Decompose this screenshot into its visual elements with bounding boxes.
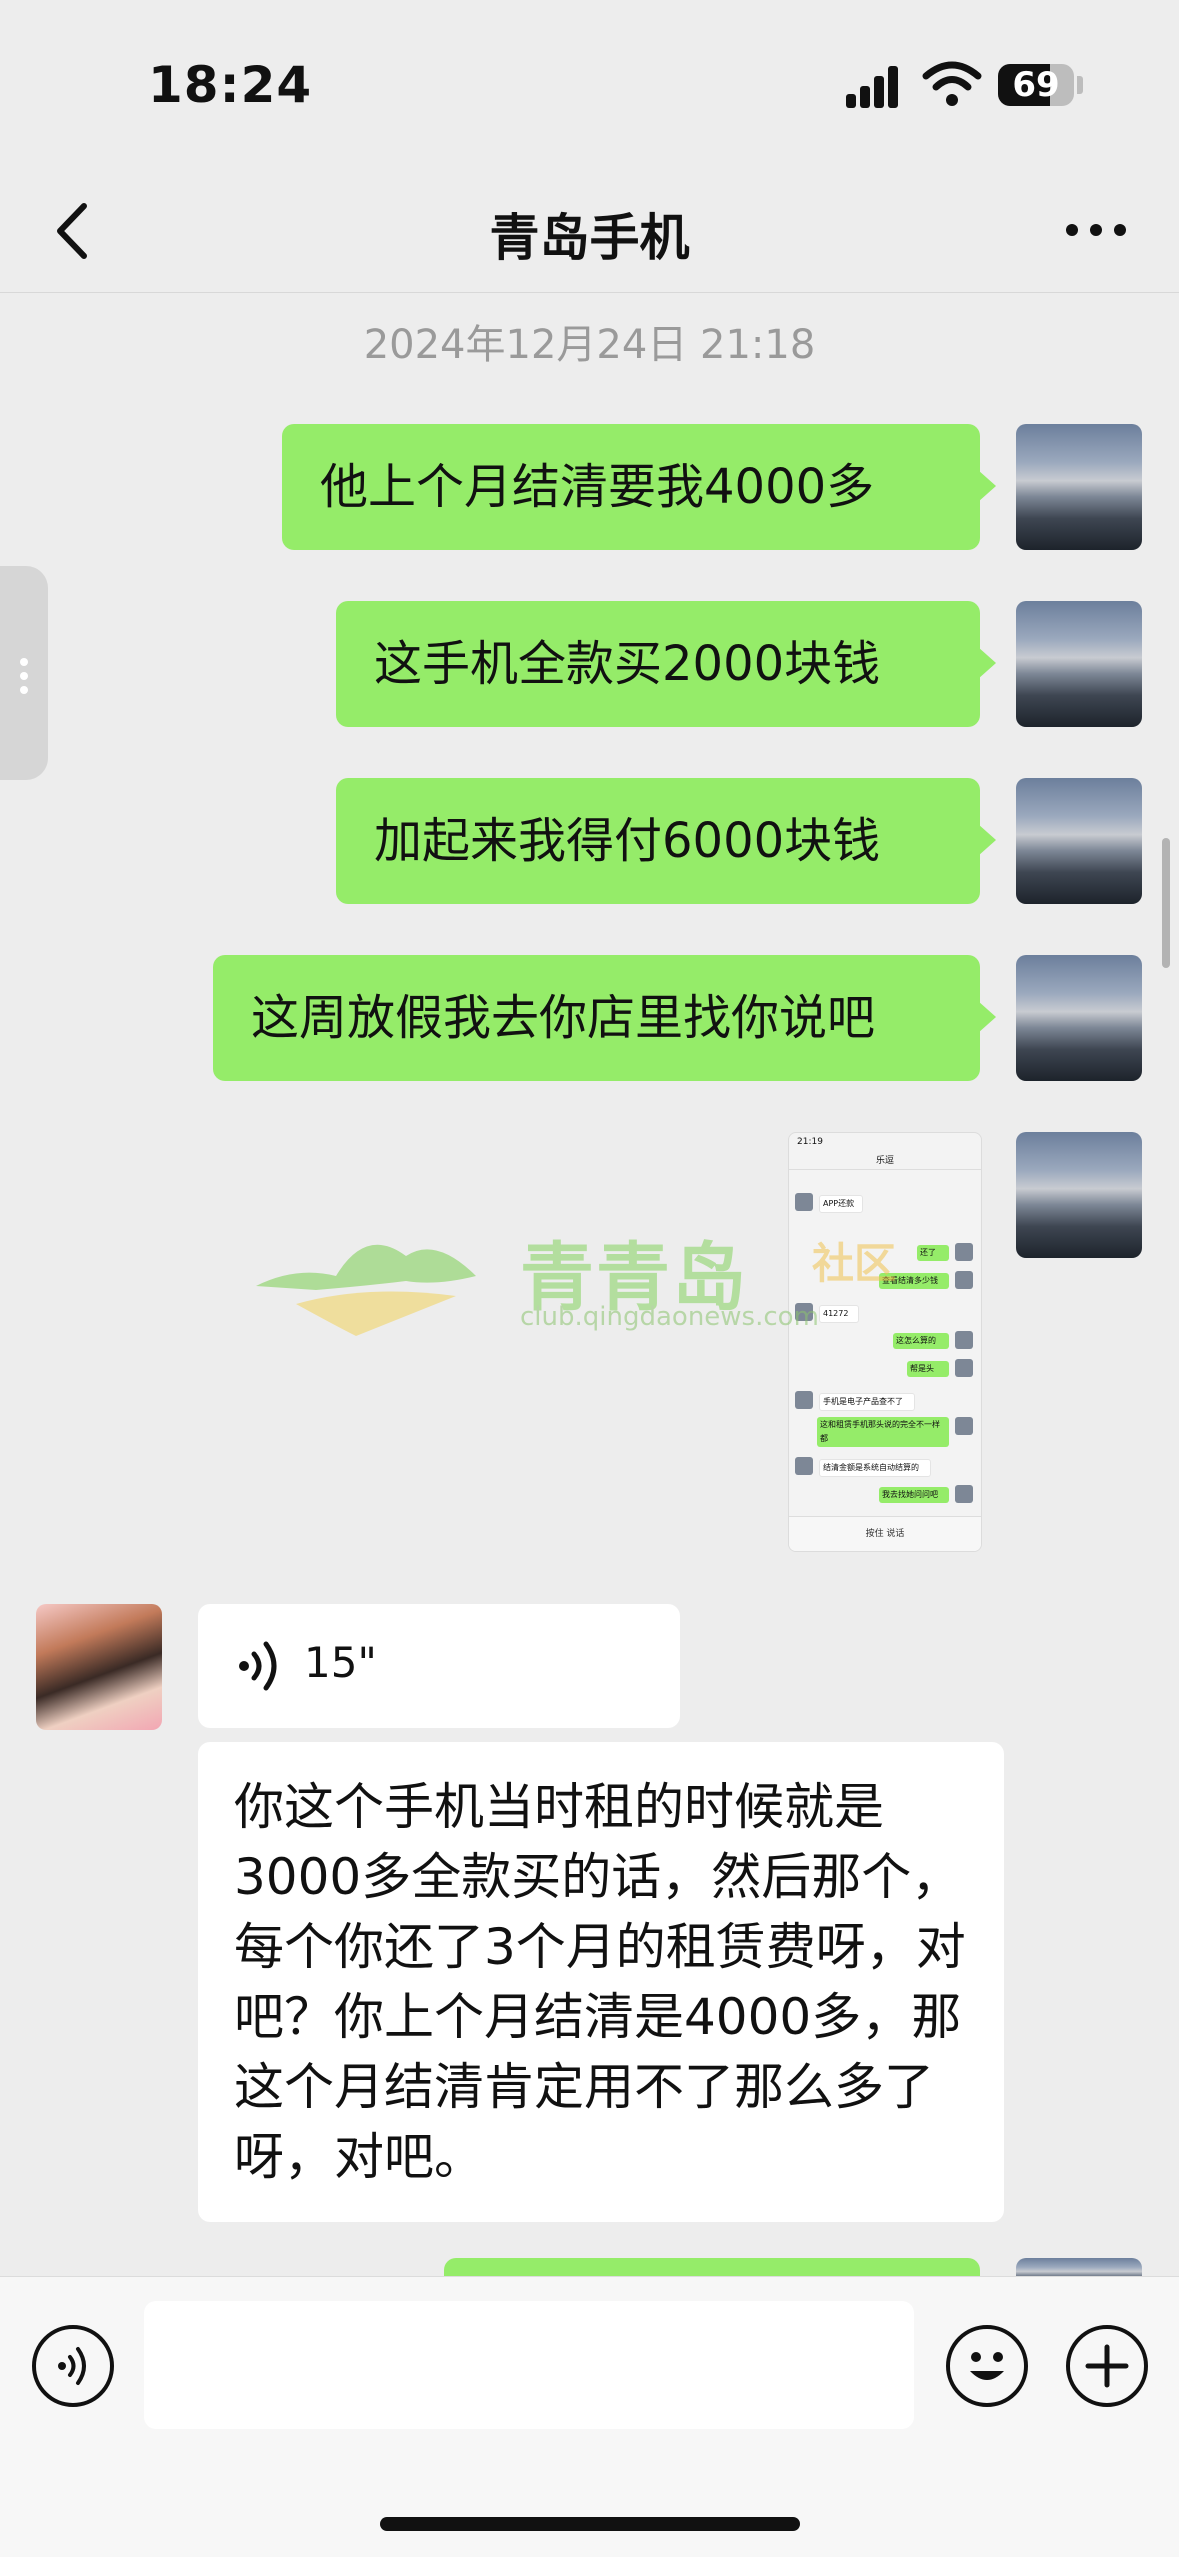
thumbnail-bubble: 这怎么算的 — [893, 1333, 949, 1349]
thumbnail-title: 乐逗 — [875, 1156, 894, 1166]
battery-tip — [1077, 76, 1083, 94]
chat-title: 青岛手机 — [489, 209, 690, 267]
avatar-self[interactable] — [1016, 955, 1142, 1081]
avatar-contact[interactable] — [36, 1604, 162, 1730]
watermark-logo-icon — [256, 1244, 476, 1336]
signal-icon — [846, 64, 910, 108]
more-icon[interactable] — [1060, 210, 1132, 250]
thumbnail-avatar — [795, 1193, 813, 1211]
message-bubble-out[interactable]: 这手机全款买2000块钱 — [336, 601, 996, 727]
avatar-self[interactable] — [1016, 1132, 1142, 1258]
plus-button[interactable] — [1066, 2325, 1148, 2407]
avatar-self[interactable] — [1016, 601, 1142, 727]
status-time: 18:24 — [148, 56, 313, 114]
thumbnail-avatar — [955, 1243, 973, 1261]
input-bar — [0, 2276, 1179, 2557]
thumbnail-avatar — [795, 1457, 813, 1475]
voice-input-button[interactable] — [32, 2325, 114, 2407]
scroll-indicator[interactable] — [1162, 838, 1170, 968]
thumbnail-bubble: 帮是头 — [907, 1361, 949, 1377]
avatar-self[interactable] — [1016, 424, 1142, 550]
thumbnail-inputbar: 按住 说话 — [789, 1516, 981, 1551]
thumbnail-avatar — [955, 1359, 973, 1377]
watermark-community: 社区 — [812, 1239, 897, 1288]
emoji-icon — [970, 2352, 1004, 2380]
thumbnail-avatar — [955, 1271, 973, 1289]
emoji-button[interactable] — [946, 2325, 1028, 2407]
watermark-url: club.qingdaonews.com — [520, 1302, 819, 1332]
thumbnail-bubble: 这和租赁手机那头说的完全不一样都 — [817, 1417, 949, 1447]
message-bubble-out[interactable]: 他上个月结清要我4000多 — [282, 424, 996, 550]
thumbnail-avatar — [955, 1485, 973, 1503]
thumbnail-bubble: 手机是电子产品查不了 — [819, 1393, 915, 1411]
nav-bar: 青岛手机 — [0, 170, 1179, 293]
message-bubble-in[interactable]: 你这个手机当时租的时候就是3000多全款买的话，然后那个，每个你还了3个月的租赁… — [198, 1742, 1004, 2222]
home-indicator — [380, 2517, 800, 2531]
thumbnail-time: 21:19 — [797, 1137, 823, 1147]
battery-icon: 69 — [998, 64, 1074, 106]
watermark: 青青岛 社区 club.qingdaonews.com — [256, 1218, 896, 1348]
thumbnail-avatar — [955, 1331, 973, 1349]
thumbnail-bubble: 结清金额是系统自动结算的 — [819, 1459, 931, 1477]
side-handle[interactable] — [0, 566, 48, 780]
voice-icon — [58, 2347, 86, 2385]
voice-wave-icon — [239, 1641, 277, 1691]
status-bar: 18:24 69 — [0, 0, 1179, 170]
thumbnail-input-hint: 按住 说话 — [865, 1529, 905, 1539]
thumbnail-avatar — [955, 1417, 973, 1435]
thumbnail-bubble: 还了 — [917, 1245, 949, 1261]
thumbnail-bubble: 我去找她问问吧 — [879, 1487, 949, 1503]
message-bubble-out[interactable]: 加起来我得付6000块钱 — [336, 778, 996, 904]
thumbnail-header: 21:19 乐逗 — [789, 1133, 981, 1170]
message-timestamp: 2024年12月24日 21:18 — [363, 322, 816, 368]
battery-percent: 69 — [1012, 65, 1060, 105]
thumbnail-bubble: APP还款 — [819, 1195, 863, 1213]
thumbnail-avatar — [795, 1391, 813, 1409]
wifi-icon — [922, 61, 982, 106]
avatar-self[interactable] — [1016, 778, 1142, 904]
message-input[interactable] — [144, 2301, 914, 2429]
voice-duration: 15" — [304, 1638, 377, 1687]
plus-icon — [1085, 2344, 1129, 2388]
message-bubble-out[interactable]: 这周放假我去你店里找你说吧 — [213, 955, 996, 1081]
